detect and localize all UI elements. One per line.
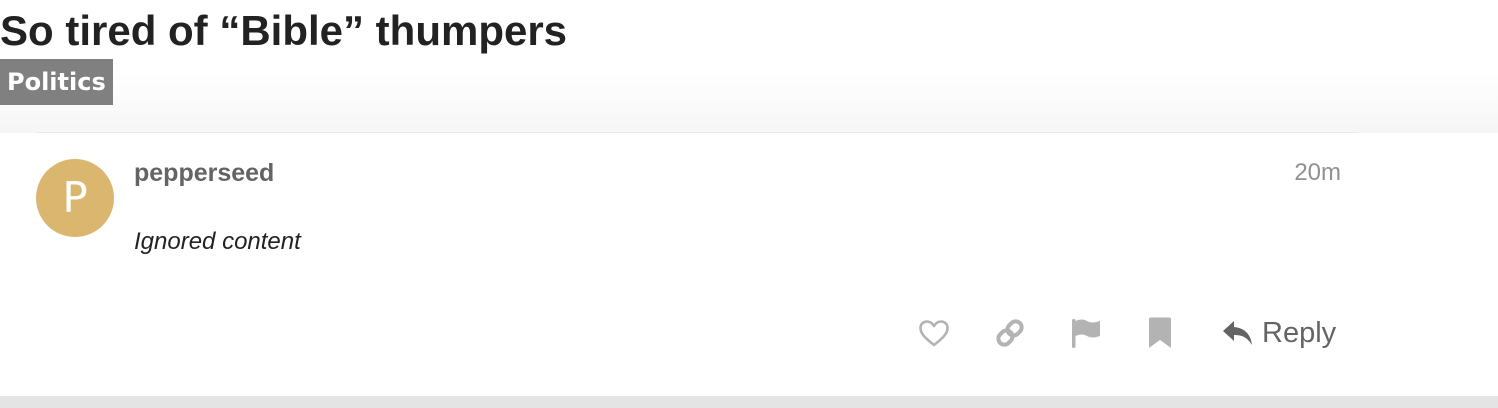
reply-button[interactable]: Reply xyxy=(1222,313,1344,353)
post-body: Ignored content xyxy=(134,228,301,255)
post-username[interactable]: pepperseed xyxy=(134,159,274,187)
avatar-letter: P xyxy=(62,173,88,222)
avatar[interactable]: P xyxy=(36,159,114,237)
link-icon xyxy=(996,319,1024,347)
bookmark-button[interactable] xyxy=(1140,313,1180,353)
post: P pepperseed 20m Ignored content Reply xyxy=(36,132,1359,397)
heart-icon xyxy=(919,320,949,347)
flag-icon xyxy=(1072,319,1100,348)
reply-label: Reply xyxy=(1262,317,1337,349)
category-badge[interactable]: Politics xyxy=(0,59,113,105)
flag-button[interactable] xyxy=(1066,313,1106,353)
share-link-button[interactable] xyxy=(990,313,1030,353)
topic-page: So tired of “Bible” thumpers Politics P … xyxy=(0,0,1498,408)
post-actions: Reply xyxy=(36,313,1359,353)
like-button[interactable] xyxy=(914,313,954,353)
bottom-divider xyxy=(0,396,1498,408)
topic-title[interactable]: So tired of “Bible” thumpers xyxy=(0,6,567,56)
reply-icon xyxy=(1223,321,1252,345)
topic-header: So tired of “Bible” thumpers Politics xyxy=(0,0,1498,133)
post-date[interactable]: 20m xyxy=(1294,159,1341,187)
bookmark-icon xyxy=(1149,317,1171,348)
